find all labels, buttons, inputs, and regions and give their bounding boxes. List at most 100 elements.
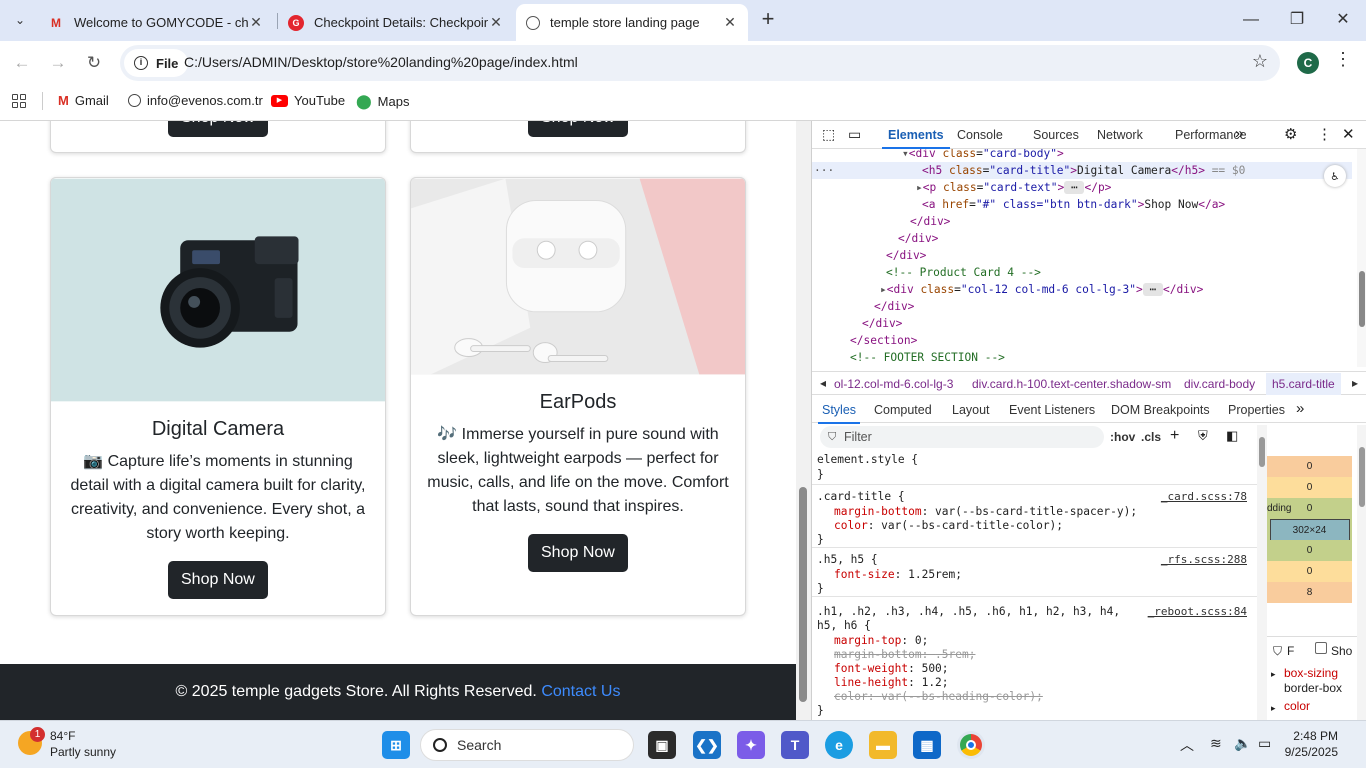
battery-icon[interactable]: ▭ — [1258, 735, 1271, 752]
dom-node[interactable]: </div> — [886, 247, 926, 264]
browser-menu-icon[interactable]: ⋮ — [1334, 49, 1352, 70]
restore-button[interactable]: ❐ — [1274, 6, 1320, 34]
style-rule[interactable]: .h1, .h2, .h3, .h4, .h5, .h6, h1, h2, h3… — [812, 598, 1257, 720]
computed-filter-icon[interactable]: ⛉ — [1273, 644, 1282, 659]
shop-now-button[interactable]: Shop Now — [528, 121, 628, 137]
tab-search-button[interactable]: ⌄ — [8, 8, 32, 32]
back-button[interactable]: ← — [8, 49, 36, 77]
minimize-button[interactable]: — — [1228, 6, 1274, 34]
close-tab-icon[interactable]: ✕ — [488, 14, 504, 31]
tab-elements[interactable]: Elements — [882, 128, 950, 149]
add-rule-icon[interactable]: + — [1170, 427, 1179, 445]
accessibility-icon[interactable]: ♿ — [1324, 165, 1346, 187]
expand-arrow-icon[interactable]: ▸ — [1271, 703, 1276, 714]
style-rule[interactable]: .card-title { _card.scss:78 margin-botto… — [812, 486, 1257, 548]
dom-node[interactable]: </div> — [862, 315, 902, 332]
vscode-icon[interactable]: ❮❯ — [693, 731, 721, 759]
shop-now-button[interactable]: Shop Now — [528, 534, 628, 572]
styles-filter-input[interactable]: Filter — [820, 426, 1104, 448]
devtools-menu-icon[interactable]: ⋮ — [1317, 125, 1332, 143]
bookmark-maps[interactable]: ⬤ Maps — [356, 93, 409, 110]
bookmark-youtube[interactable]: ▶ YouTube — [271, 93, 345, 108]
breadcrumb-item[interactable]: ol-12.col-md-6.col-lg-3 — [834, 377, 953, 391]
dom-comment[interactable]: <!-- Product Card 4 --> — [886, 264, 1041, 281]
more-tabs-icon[interactable]: » — [1235, 125, 1243, 142]
dom-node[interactable]: <a href="#" class="btn btn-dark">Shop No… — [922, 196, 1225, 213]
device-toolbar-icon[interactable]: ▭ — [848, 126, 861, 143]
border-top-value[interactable]: 0 — [1267, 477, 1352, 498]
class-toggle[interactable]: .cls — [1141, 430, 1161, 444]
dom-node[interactable]: ▾<div class="card-body"> — [902, 149, 1064, 162]
more-subtabs-icon[interactable]: » — [1296, 400, 1304, 417]
dom-tree[interactable]: ▾<div class="card-body"> ··· <h5 class="c… — [812, 149, 1357, 367]
tab-sources[interactable]: Sources — [1033, 128, 1079, 142]
expand-arrow-icon[interactable]: ▸ — [1271, 669, 1276, 680]
dom-node[interactable]: </section> — [850, 332, 917, 349]
tab-network[interactable]: Network — [1097, 128, 1143, 142]
teams-icon[interactable]: T — [781, 731, 809, 759]
tab-console[interactable]: Console — [957, 128, 1003, 142]
wifi-icon[interactable]: ≋ — [1210, 735, 1222, 752]
breadcrumb-item[interactable]: div.card-body — [1184, 377, 1255, 391]
edge-icon[interactable]: e — [825, 731, 853, 759]
windows-start-icon[interactable]: ⊞ — [382, 731, 410, 759]
shop-now-button[interactable]: Shop Now — [168, 561, 268, 599]
paint-icon[interactable]: ⛨ — [1198, 428, 1208, 444]
breadcrumb-item[interactable]: div.card.h-100.text-center.shadow-sm — [972, 377, 1171, 391]
margin-bottom-value[interactable]: 8 — [1267, 582, 1352, 603]
dom-node-selected[interactable]: ··· <h5 class="card-title">Digital Camera… — [812, 162, 1352, 179]
subtab-event-listeners[interactable]: Event Listeners — [1009, 403, 1095, 417]
taskbar-search[interactable]: Search — [420, 729, 634, 761]
inspect-element-icon[interactable]: ⬚ — [822, 126, 835, 143]
dom-node[interactable]: ▸<div class="col-12 col-md-6 col-lg-3"> … — [880, 281, 1203, 298]
dom-comment[interactable]: <!-- FOOTER SECTION --> — [850, 349, 1005, 366]
dom-node[interactable]: </div> — [898, 230, 938, 247]
volume-icon[interactable]: 🔈 — [1234, 735, 1251, 752]
crumb-left-arrow-icon[interactable]: ◂ — [820, 376, 826, 390]
dom-node[interactable]: ▸<p class="card-text"> ⋯ </p> — [916, 179, 1111, 196]
style-rule[interactable]: element.style { } — [812, 451, 1257, 485]
subtab-styles[interactable]: Styles — [817, 403, 861, 424]
close-devtools-icon[interactable]: ✕ — [1342, 125, 1355, 143]
tab-checkpoint-details[interactable]: G Checkpoint Details: Checkpoint ✕ — [278, 4, 514, 41]
border-bottom-value[interactable]: 0 — [1267, 561, 1352, 582]
margin-top-value[interactable]: 0 — [1267, 456, 1352, 477]
subtab-computed[interactable]: Computed — [874, 403, 932, 417]
file-explorer-icon[interactable]: ▬ — [869, 731, 897, 759]
sidebar-toggle-icon[interactable]: ◧ — [1226, 428, 1238, 444]
subtab-properties[interactable]: Properties — [1228, 403, 1285, 417]
forward-button[interactable]: → — [44, 49, 72, 77]
tray-overflow-icon[interactable]: ︿ — [1180, 735, 1194, 755]
copilot-icon[interactable]: ✦ — [737, 731, 765, 759]
padding-bottom-value[interactable]: 0 — [1267, 540, 1352, 561]
address-bar[interactable]: i File C:/Users/ADMIN/Desktop/store%20la… — [120, 45, 1280, 81]
tab-gomycode-welcome[interactable]: M Welcome to GOMYCODE - chiji ✕ — [38, 4, 274, 41]
settings-gear-icon[interactable]: ⚙ — [1284, 125, 1297, 143]
chrome-icon[interactable] — [957, 731, 985, 759]
style-rule[interactable]: .h5, h5 { _rfs.scss:288 font-size: 1.25r… — [812, 549, 1257, 597]
task-view-icon[interactable]: ▣ — [648, 731, 676, 759]
profile-avatar[interactable]: C — [1297, 52, 1319, 74]
dom-node[interactable]: </div> — [910, 213, 950, 230]
shop-now-button[interactable]: Shop Now — [168, 121, 268, 137]
close-window-button[interactable]: ✕ — [1320, 6, 1366, 34]
subtab-dom-breakpoints[interactable]: DOM Breakpoints — [1111, 403, 1210, 417]
bookmark-star-icon[interactable]: ☆ — [1252, 51, 1268, 72]
bookmark-gmail[interactable]: M Gmail — [58, 93, 109, 108]
reload-button[interactable]: ↻ — [80, 49, 108, 77]
tab-temple-store[interactable]: temple store landing page ✕ — [516, 4, 748, 41]
breadcrumb-item-selected[interactable]: h5.card-title — [1266, 373, 1341, 395]
weather-widget[interactable]: 1 84°F Partly sunny — [18, 727, 138, 761]
content-size[interactable]: 302×24 — [1269, 519, 1350, 542]
source-link[interactable]: _reboot.scss:84 — [1148, 605, 1247, 618]
hover-state-toggle[interactable]: :hov — [1110, 430, 1135, 444]
dom-scrollbar[interactable] — [1357, 149, 1366, 367]
site-info-chip[interactable]: i File — [124, 49, 189, 77]
system-clock[interactable]: 2:48 PM 9/25/2025 — [1285, 728, 1338, 760]
contact-us-link[interactable]: Contact Us — [541, 683, 620, 700]
source-link[interactable]: _card.scss:78 — [1161, 490, 1247, 503]
microsoft-store-icon[interactable]: ▦ — [913, 731, 941, 759]
close-tab-icon[interactable]: ✕ — [248, 14, 264, 31]
apps-grid-icon[interactable] — [12, 94, 26, 108]
crumb-right-arrow-icon[interactable]: ▸ — [1352, 376, 1358, 390]
